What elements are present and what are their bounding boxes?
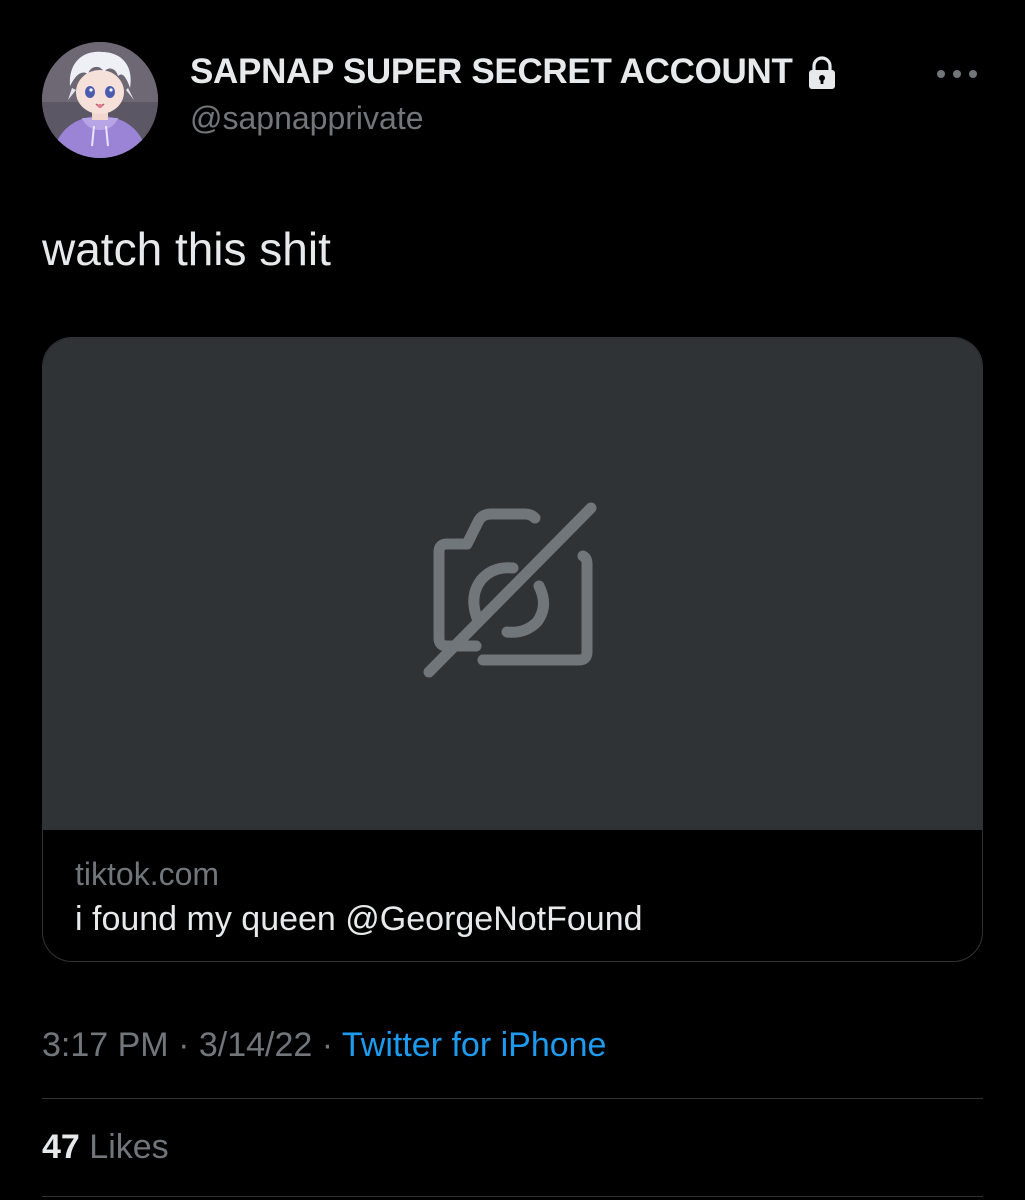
divider <box>42 1098 983 1099</box>
likes-count: 47 <box>42 1128 80 1166</box>
display-name-row: SAPNAP SUPER SECRET ACCOUNT <box>190 52 839 92</box>
tweet-time[interactable]: 3:17 PM <box>42 1026 169 1064</box>
meta-separator: · <box>168 1026 199 1064</box>
display-name[interactable]: SAPNAP SUPER SECRET ACCOUNT <box>190 52 793 92</box>
tweet-text: watch this shit <box>42 223 331 275</box>
more-options-button[interactable] <box>930 60 984 88</box>
lock-icon <box>805 55 839 91</box>
likes-label: Likes <box>89 1128 169 1166</box>
tweet-meta: 3:17 PM · 3/14/22 · Twitter for iPhone <box>42 1026 606 1065</box>
divider <box>42 1196 983 1197</box>
likes-stat[interactable]: 47 Likes <box>42 1128 169 1167</box>
card-media[interactable] <box>43 338 982 830</box>
card-title: i found my queen @GeorgeNotFound <box>75 900 643 938</box>
broken-image-icon <box>423 502 597 678</box>
link-card[interactable]: tiktok.com i found my queen @GeorgeNotFo… <box>42 337 983 962</box>
user-handle[interactable]: @sapnapprivate <box>190 100 424 137</box>
meta-separator: · <box>312 1026 342 1064</box>
card-domain: tiktok.com <box>75 856 220 892</box>
more-options-icon <box>937 70 977 78</box>
avatar[interactable] <box>42 42 158 158</box>
tweet-detail: SAPNAP SUPER SECRET ACCOUNT @sapnappriva… <box>0 0 1025 1200</box>
tweet-source-link[interactable]: Twitter for iPhone <box>342 1026 607 1064</box>
anime-character-avatar-icon <box>42 42 158 158</box>
tweet-date[interactable]: 3/14/22 <box>199 1026 312 1064</box>
